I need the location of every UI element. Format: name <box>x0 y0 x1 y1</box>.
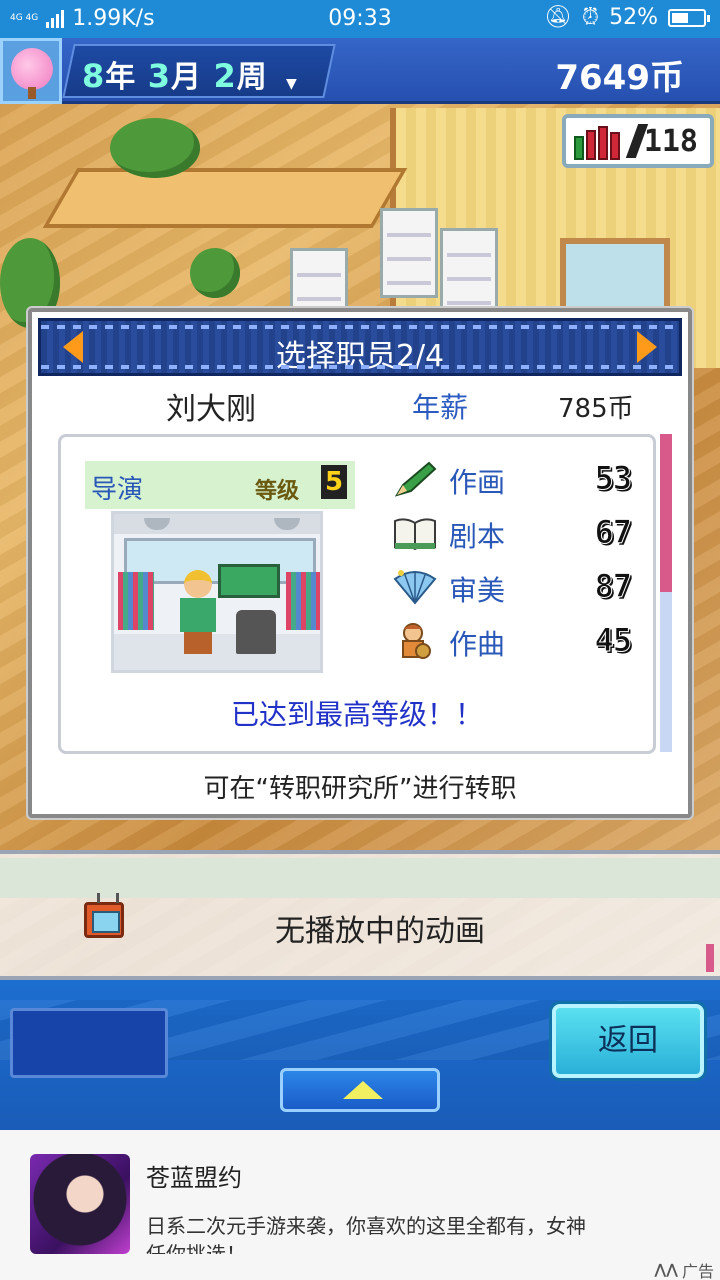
job-title: 导演 <box>91 475 144 505</box>
stat-row: 作画 53 <box>393 453 643 503</box>
max-level-message: 已达到最高等级！！ <box>230 698 483 731</box>
stat-name: 作画 <box>449 466 506 499</box>
ad-label: ⋀⋀ 广告 <box>654 1258 714 1280</box>
date-month-unit: 月 <box>170 60 202 95</box>
game-date[interactable]: 8年 3月 2周 <box>82 52 268 96</box>
battery-percent: 52% <box>609 5 658 30</box>
top-hud: 8年 3月 2周 ▼ 7649币 <box>0 38 720 104</box>
alarm-icon: ⏰︎ <box>581 5 600 30</box>
dialog-title-bar: 选择职员2/4 <box>38 318 682 376</box>
company-tree-icon[interactable] <box>0 38 62 104</box>
animation-status-bar[interactable]: 无播放中的动画 <box>0 850 720 980</box>
battery-icon <box>668 8 710 27</box>
research-points-button[interactable]: 118 <box>562 114 714 168</box>
director-chair-icon <box>236 610 276 654</box>
stat-value: 45 <box>594 621 633 660</box>
employee-detail-panel[interactable]: 导演 等级 5 作画 53 剧本 67 审美 87 作曲 45 已达到最高等级！… <box>58 434 656 754</box>
office-counter <box>42 168 408 228</box>
stat-name: 剧本 <box>449 520 506 553</box>
select-staff-dialog: 选择职员2/4 刘大刚 年薪 785币 导演 等级 5 作画 53 剧本 67 … <box>28 308 692 818</box>
chevron-down-icon[interactable]: ▼ <box>286 76 297 92</box>
stat-value: 53 <box>594 459 633 498</box>
scrollbar-thumb[interactable] <box>660 434 672 592</box>
level-value: 5 <box>321 465 347 499</box>
info-slot <box>10 1008 168 1078</box>
ad-title[interactable]: 苍蓝盟约 <box>146 1158 242 1193</box>
ad-description[interactable]: 日系二次元手游来袭，你喜欢的这里全都有，女神任你挑选！ <box>146 1212 596 1254</box>
bottom-control-bar: 返回 <box>0 980 720 1130</box>
date-week: 2 <box>213 57 237 95</box>
ad-logo-icon: ⋀⋀ <box>654 1262 678 1278</box>
mute-icon: 🔕︎ <box>543 5 572 30</box>
job-change-note: 可在“转职研究所”进行转职 <box>203 774 517 804</box>
plant <box>110 118 200 178</box>
stat-name: 作曲 <box>449 628 506 661</box>
expand-menu-button[interactable] <box>280 1068 440 1112</box>
money-display: 7649币 <box>555 58 684 98</box>
status-right: 🔕︎ ⏰︎ 52% <box>543 5 710 30</box>
blackboard-icon <box>218 564 280 598</box>
salary-label: 年薪 <box>412 391 469 424</box>
stat-value: 67 <box>594 513 633 552</box>
salary-value: 785币 <box>558 394 634 424</box>
pencil-icon <box>394 461 437 497</box>
date-month: 3 <box>147 57 171 95</box>
ad-thumbnail[interactable] <box>30 1154 130 1254</box>
employee-name: 刘大刚 <box>166 392 256 427</box>
job-strip: 导演 等级 5 <box>85 461 355 509</box>
next-arrow-icon[interactable] <box>637 331 657 363</box>
dialog-title: 选择职员2/4 <box>275 339 445 374</box>
date-year-unit: 年 <box>105 60 137 95</box>
employee-portrait <box>111 511 323 673</box>
stat-name: 审美 <box>449 574 506 607</box>
bookshelf <box>440 228 498 318</box>
date-week-unit: 周 <box>236 60 268 95</box>
level-label: 等级 <box>255 479 300 504</box>
ad-tag-text: 广告 <box>681 1262 714 1280</box>
research-points-value: 118 <box>643 124 698 159</box>
stat-value: 87 <box>594 567 633 606</box>
animation-status-text: 无播放中的动画 <box>275 914 485 949</box>
plant <box>190 248 240 298</box>
stat-row: 剧本 67 <box>393 507 643 557</box>
status-bar: 4G 4G 1.99K/s 09:33 🔕︎ ⏰︎ 52% <box>0 0 720 38</box>
guitar-icon <box>402 623 431 659</box>
fan-icon <box>393 570 437 605</box>
date-year: 8 <box>82 57 106 95</box>
bookshelf <box>380 208 438 298</box>
up-triangle-icon <box>343 1081 383 1099</box>
employee-sprite <box>184 570 212 598</box>
stat-row: 作曲 45 <box>393 615 643 665</box>
stat-row: 审美 87 <box>393 561 643 611</box>
books-icon <box>574 124 630 160</box>
book-icon <box>394 518 436 551</box>
back-button[interactable]: 返回 <box>552 1004 704 1078</box>
ad-banner[interactable]: 苍蓝盟约 日系二次元手游来袭，你喜欢的这里全都有，女神任你挑选！ ⋀⋀ 广告 <box>0 1130 720 1280</box>
